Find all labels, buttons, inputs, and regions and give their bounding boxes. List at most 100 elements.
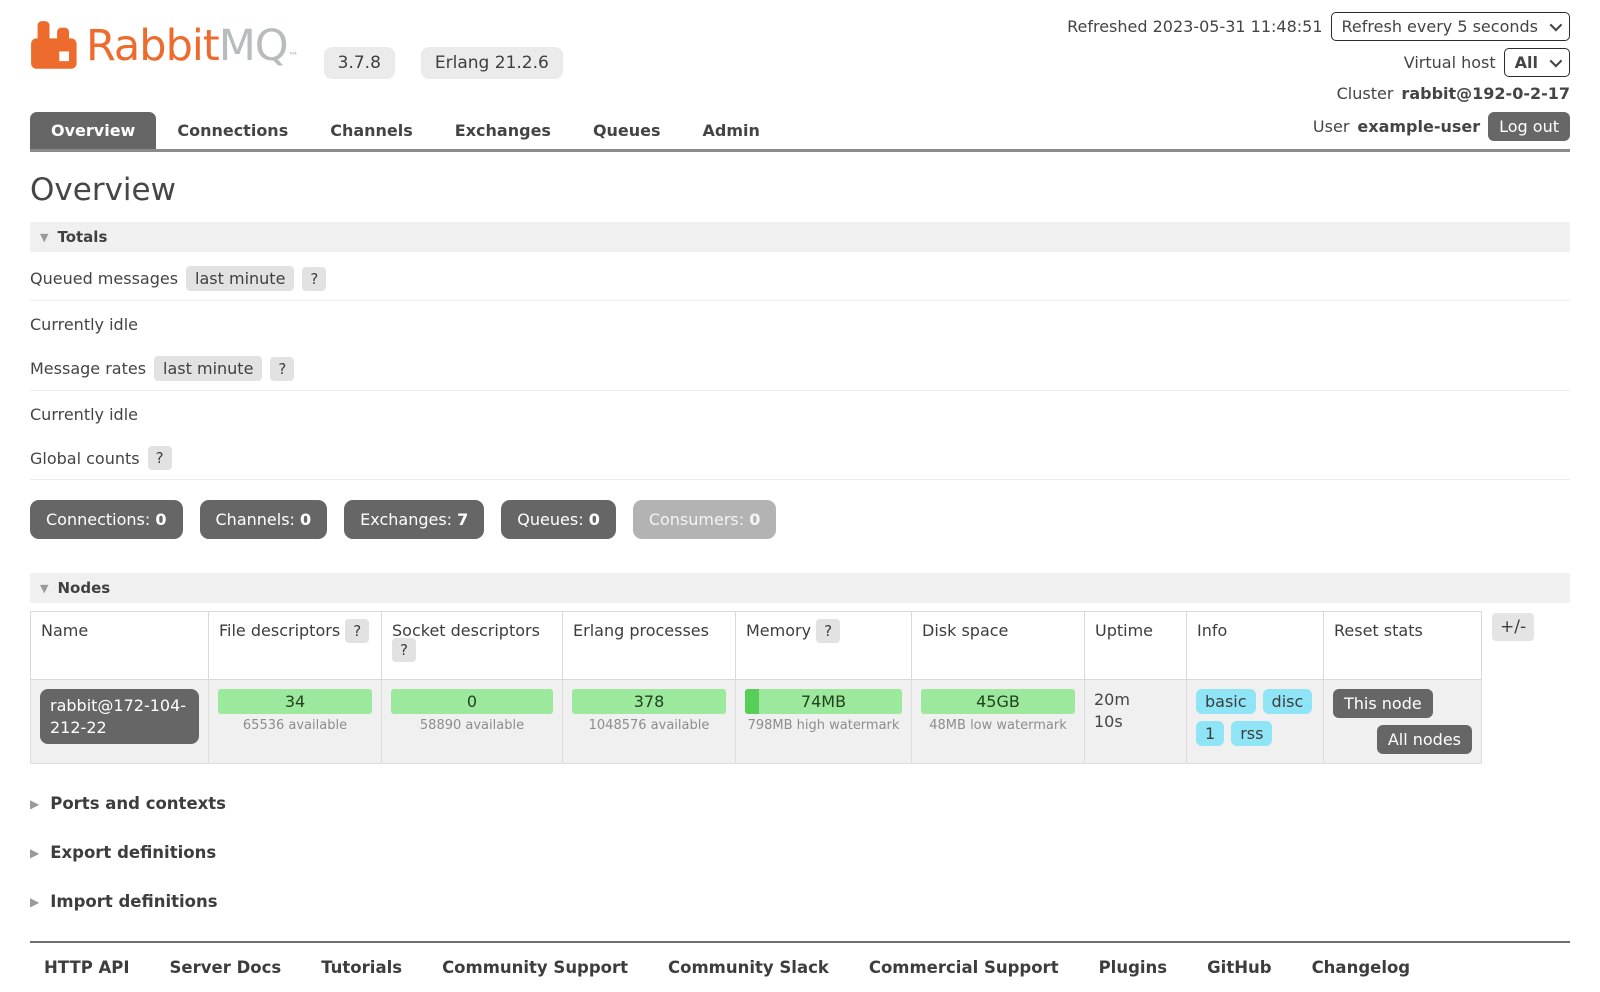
node-row: rabbit@172-104-212-22 34 65536 available…	[31, 680, 1482, 764]
consumers-count-label: Consumers:	[649, 510, 744, 529]
nodes-section-header[interactable]: ▼ Nodes	[30, 573, 1570, 603]
reset-all-nodes-button[interactable]: All nodes	[1377, 725, 1472, 754]
col-header-socket-descriptors: Socket descriptors ?	[382, 612, 563, 680]
virtual-host-select[interactable]: All	[1504, 48, 1570, 77]
fd-help-button[interactable]: ?	[345, 619, 369, 643]
chevron-down-icon	[1550, 55, 1563, 68]
erlang-processes-cell: 378 1048576 available	[563, 680, 736, 764]
header: RabbitMQ™ 3.7.8 Erlang 21.2.6 Refreshed …	[30, 12, 1570, 110]
socket-descriptors-value: 0	[467, 692, 477, 711]
user-name: example-user	[1357, 117, 1480, 136]
col-header-memory: Memory ?	[736, 612, 912, 680]
export-definitions-section-header[interactable]: ▶ Export definitions	[30, 843, 1570, 862]
user-row: User example-user Log out	[1313, 112, 1570, 149]
col-header-reset-label: Reset stats	[1334, 621, 1423, 640]
erlang-processes-sub: 1048576 available	[572, 718, 726, 733]
virtual-host-value: All	[1515, 53, 1538, 72]
uptime-line2: 10s	[1094, 712, 1123, 731]
cluster-name: rabbit@192-0-2-17	[1401, 84, 1570, 103]
tab-queues[interactable]: Queues	[572, 112, 682, 149]
col-header-memory-label: Memory	[746, 621, 811, 640]
col-header-info: Info	[1187, 612, 1324, 680]
footer-link-commercial-support[interactable]: Commercial Support	[869, 958, 1059, 977]
rates-range-badge[interactable]: last minute	[154, 356, 262, 381]
channels-count-label: Channels:	[216, 510, 295, 529]
queues-count-value: 0	[589, 510, 600, 529]
consumers-count-badge[interactable]: Consumers: 0	[633, 500, 777, 539]
info-badges: basic disc 1 rss	[1196, 689, 1314, 746]
socket-descriptors-cell: 0 58890 available	[382, 680, 563, 764]
info-cell: basic disc 1 rss	[1187, 680, 1324, 764]
refresh-interval-select[interactable]: Refresh every 5 seconds	[1331, 12, 1570, 41]
cluster-row: Cluster rabbit@192-0-2-17	[1067, 84, 1570, 103]
rabbitmq-version-badge: 3.7.8	[324, 47, 395, 79]
logout-button[interactable]: Log out	[1488, 112, 1570, 141]
totals-section-header[interactable]: ▼ Totals	[30, 222, 1570, 252]
uptime-cell: 20m10s	[1085, 680, 1187, 764]
chevron-down-icon	[1550, 19, 1563, 32]
rates-help-button[interactable]: ?	[270, 357, 294, 381]
footer-link-community-support[interactable]: Community Support	[442, 958, 628, 977]
footer-link-github[interactable]: GitHub	[1207, 958, 1271, 977]
tab-admin[interactable]: Admin	[682, 112, 781, 149]
erlang-version-badge: Erlang 21.2.6	[421, 47, 563, 79]
footer-link-http-api[interactable]: HTTP API	[44, 958, 130, 977]
exchanges-count-badge[interactable]: Exchanges: 7	[344, 500, 484, 539]
col-header-sd-label: Socket descriptors	[392, 621, 540, 640]
col-header-uptime-label: Uptime	[1095, 621, 1153, 640]
info-badge-disc[interactable]: disc	[1263, 689, 1313, 714]
uptime-line1: 20m	[1094, 690, 1130, 709]
erlang-processes-value: 378	[634, 692, 665, 711]
footer-link-community-slack[interactable]: Community Slack	[668, 958, 829, 977]
footer-link-changelog[interactable]: Changelog	[1312, 958, 1411, 977]
footer-link-plugins[interactable]: Plugins	[1099, 958, 1168, 977]
reset-this-node-button[interactable]: This node	[1333, 689, 1433, 718]
disk-space-sub: 48MB low watermark	[921, 718, 1075, 733]
sd-help-button[interactable]: ?	[392, 638, 416, 662]
queued-idle-text: Currently idle	[30, 301, 1570, 342]
memory-bar-fill	[745, 689, 759, 714]
node-name-badge[interactable]: rabbit@172-104-212-22	[40, 689, 199, 744]
connections-count-label: Connections:	[46, 510, 150, 529]
footer-link-server-docs[interactable]: Server Docs	[170, 958, 282, 977]
queued-range-badge[interactable]: last minute	[186, 266, 294, 291]
global-counts-help-button[interactable]: ?	[148, 446, 172, 470]
memory-bar: 74MB	[745, 689, 902, 714]
memory-help-button[interactable]: ?	[816, 619, 840, 643]
queues-count-badge[interactable]: Queues: 0	[501, 500, 616, 539]
import-definitions-section-header[interactable]: ▶ Import definitions	[30, 892, 1570, 911]
socket-descriptors-bar: 0	[391, 689, 553, 714]
tab-connections[interactable]: Connections	[156, 112, 309, 149]
uptime-value: 20m10s	[1094, 689, 1177, 734]
nodes-section-title: Nodes	[57, 579, 110, 597]
info-badge-1[interactable]: 1	[1196, 721, 1224, 746]
tab-overview[interactable]: Overview	[30, 112, 156, 149]
col-header-uptime: Uptime	[1085, 612, 1187, 680]
consumers-count-value: 0	[749, 510, 760, 529]
info-badge-basic[interactable]: basic	[1196, 689, 1256, 714]
queued-help-button[interactable]: ?	[302, 267, 326, 291]
rabbitmq-logo-icon	[30, 20, 82, 76]
column-toggle-button[interactable]: +/-	[1492, 613, 1534, 641]
page: RabbitMQ™ 3.7.8 Erlang 21.2.6 Refreshed …	[0, 0, 1600, 992]
col-header-reset-stats: Reset stats	[1324, 612, 1482, 680]
exchanges-count-value: 7	[457, 510, 468, 529]
footer: HTTP API Server Docs Tutorials Community…	[30, 941, 1570, 992]
channels-count-badge[interactable]: Channels: 0	[200, 500, 328, 539]
tab-exchanges[interactable]: Exchanges	[434, 112, 572, 149]
disk-space-value: 45GB	[976, 692, 1020, 711]
memory-cell: 74MB 798MB high watermark	[736, 680, 912, 764]
tab-channels[interactable]: Channels	[309, 112, 434, 149]
col-header-disk-space: Disk space	[912, 612, 1085, 680]
connections-count-badge[interactable]: Connections: 0	[30, 500, 183, 539]
brand-tm: ™	[288, 50, 298, 63]
info-badge-rss[interactable]: rss	[1231, 721, 1272, 746]
footer-link-tutorials[interactable]: Tutorials	[321, 958, 402, 977]
global-counts-badges: Connections: 0 Channels: 0 Exchanges: 7 …	[30, 500, 1570, 539]
user-label: User	[1313, 117, 1349, 136]
memory-value: 74MB	[801, 692, 846, 711]
col-header-erlang-processes: Erlang processes	[563, 612, 736, 680]
ports-and-contexts-section-header[interactable]: ▶ Ports and contexts	[30, 794, 1570, 813]
nodes-table-header-row: Name File descriptors ? Socket descripto…	[31, 612, 1482, 680]
cluster-label: Cluster	[1337, 84, 1394, 103]
